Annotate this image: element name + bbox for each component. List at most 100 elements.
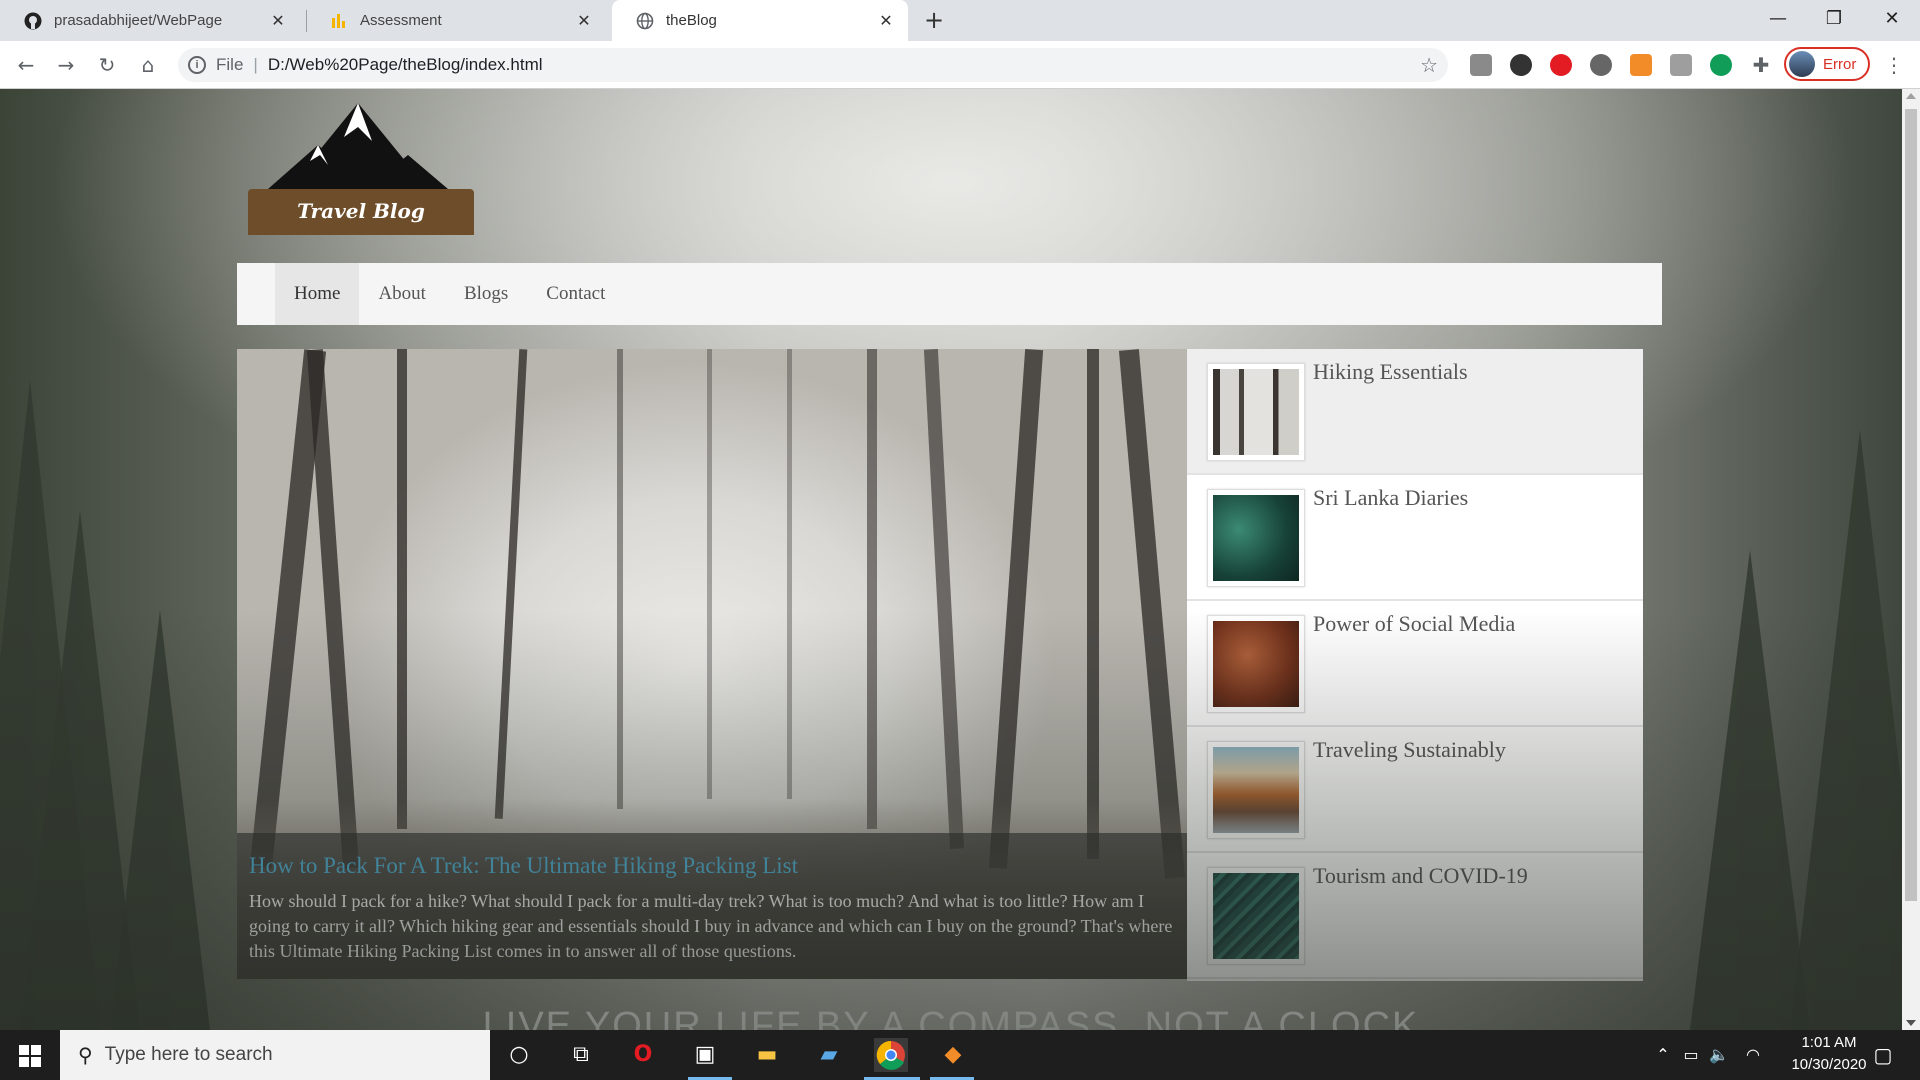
remote-desktop-icon[interactable]: ▰ <box>812 1038 846 1072</box>
screenshot-tool-icon[interactable]: ▣ <box>688 1038 722 1072</box>
browser-toolbar: ← → ↻ ⌂ i File | D:/Web%20Page/theBlog/i… <box>0 41 1920 89</box>
windows-taskbar: ⚲ Type here to search ○ ⧉ O ▣ ▬ ▰ ◆ ⌃ ▭ … <box>0 1030 1920 1080</box>
tree-trunk <box>988 349 1044 869</box>
bookmark-star-icon[interactable]: ☆ <box>1420 53 1438 78</box>
sidebar-item-title: Power of Social Media <box>1313 611 1516 636</box>
sidebar-item-traveling-sustainably[interactable]: Traveling Sustainably <box>1187 727 1643 853</box>
volume-icon[interactable]: 🔈 <box>1702 1038 1736 1072</box>
extension-shield-icon[interactable] <box>1630 54 1652 76</box>
address-bar[interactable]: i File | D:/Web%20Page/theBlog/index.htm… <box>178 48 1448 82</box>
notifications-icon[interactable]: ▢ <box>1866 1038 1900 1072</box>
task-view-icon[interactable]: ⧉ <box>564 1038 598 1072</box>
autumn-leaves-image <box>1213 621 1299 707</box>
extension-pdf-icon[interactable] <box>1470 54 1492 76</box>
minimize-icon[interactable]: — <box>1750 0 1806 38</box>
tab-title: prasadabhijeet/WebPage <box>54 12 223 29</box>
profile-button[interactable]: Error <box>1784 47 1870 81</box>
sidebar-item-tourism-and-covid[interactable]: Tourism and COVID-19 <box>1187 853 1643 979</box>
avatar <box>1789 51 1815 77</box>
mountain-lake-image <box>1213 747 1299 833</box>
extension-sync-icon[interactable] <box>1510 54 1532 76</box>
scroll-down-icon[interactable] <box>1906 1020 1916 1026</box>
close-icon[interactable]: ✕ <box>574 11 594 31</box>
extensions-puzzle-icon[interactable]: ✚ <box>1750 54 1772 76</box>
nav-about[interactable]: About <box>359 263 445 325</box>
background-tree <box>110 610 210 1030</box>
opera-icon[interactable]: O <box>626 1038 660 1072</box>
extension-grammarly-icon[interactable] <box>1710 54 1732 76</box>
home-icon[interactable]: ⌂ <box>134 51 162 79</box>
page-scrollbar[interactable] <box>1902 89 1920 1030</box>
tree-trunk <box>707 349 712 799</box>
tree-trunk <box>397 349 407 829</box>
window-close-icon[interactable]: ✕ <box>1864 0 1920 38</box>
tree-trunk <box>306 349 360 869</box>
chart-icon <box>330 12 348 30</box>
search-icon: ⚲ <box>78 1044 93 1067</box>
taskbar-search[interactable]: ⚲ Type here to search <box>60 1030 490 1080</box>
nav-blogs[interactable]: Blogs <box>445 263 527 325</box>
close-icon[interactable]: ✕ <box>268 11 288 31</box>
globe-icon <box>636 12 654 30</box>
url-divider: | <box>253 55 258 74</box>
sidebar-item-hiking-essentials[interactable]: Hiking Essentials <box>1187 349 1643 475</box>
tree-trunk <box>617 349 623 809</box>
site-logo[interactable]: Travel Blog <box>248 97 476 247</box>
nav-home[interactable]: Home <box>275 263 360 325</box>
scroll-up-icon[interactable] <box>1906 93 1916 99</box>
extension-opera-icon[interactable] <box>1550 54 1572 76</box>
restore-icon[interactable]: ❐ <box>1806 0 1862 38</box>
git-icon[interactable]: ◆ <box>936 1038 970 1072</box>
tab-assessment[interactable]: Assessment ✕ <box>306 0 606 41</box>
tree-trunk <box>787 349 792 799</box>
main-nav: Home About Blogs Contact <box>237 263 1662 325</box>
tab-theblog[interactable]: theBlog ✕ <box>612 0 908 41</box>
new-tab-button[interactable]: + <box>920 6 948 34</box>
extension-circle-icon[interactable] <box>1590 54 1612 76</box>
tree-trunk <box>494 349 528 819</box>
sidebar-item-sri-lanka-diaries[interactable]: Sri Lanka Diaries <box>1187 475 1643 601</box>
post-thumbnail <box>1207 363 1305 461</box>
close-icon[interactable]: ✕ <box>876 11 896 31</box>
background-tree <box>0 380 100 1030</box>
profile-status: Error <box>1823 55 1857 73</box>
page-viewport: Travel Blog Home About Blogs Contact How… <box>0 89 1902 1030</box>
wifi-icon[interactable]: ◠ <box>1736 1038 1770 1072</box>
post-thumbnail <box>1207 615 1305 713</box>
tab-title: theBlog <box>666 12 717 29</box>
post-thumbnail <box>1207 867 1305 965</box>
windows-start-icon[interactable] <box>0 1030 58 1080</box>
chrome-icon[interactable] <box>874 1038 908 1072</box>
info-icon[interactable]: i <box>188 56 206 74</box>
url-text[interactable]: D:/Web%20Page/theBlog/index.html <box>268 55 543 75</box>
extension-translate-icon[interactable] <box>1670 54 1692 76</box>
reload-icon[interactable]: ↻ <box>93 51 121 79</box>
sidebar-item-power-of-social-media[interactable]: Power of Social Media <box>1187 601 1643 727</box>
tree-trunk <box>1087 349 1099 859</box>
search-placeholder: Type here to search <box>104 1044 273 1065</box>
file-explorer-icon[interactable]: ▬ <box>750 1038 784 1072</box>
github-icon <box>24 12 42 30</box>
nav-contact[interactable]: Contact <box>527 263 624 325</box>
url-scheme: File <box>216 55 244 74</box>
tree-trunk <box>867 349 877 829</box>
browser-tab-strip: prasadabhijeet/WebPage ✕ Assessment ✕ th… <box>0 0 1920 41</box>
clock-time[interactable]: 1:01 AM <box>1784 1034 1874 1051</box>
forward-icon[interactable]: → <box>52 51 80 79</box>
post-thumbnail <box>1207 741 1305 839</box>
mountain-icon <box>268 103 448 189</box>
sidebar-item-title: Tourism and COVID-19 <box>1313 863 1528 888</box>
scrollbar-thumb[interactable] <box>1905 109 1917 901</box>
tagline: LIVE YOUR LIFE BY A COMPASS, NOT A CLOCK <box>482 1005 1420 1030</box>
featured-title[interactable]: How to Pack For A Trek: The Ultimate Hik… <box>249 853 1175 879</box>
tree-trunk <box>923 349 965 850</box>
more-menu-icon[interactable]: ⋮ <box>1884 53 1904 77</box>
cortana-icon[interactable]: ○ <box>502 1038 536 1072</box>
fern-image <box>1213 873 1299 959</box>
post-thumbnail <box>1207 489 1305 587</box>
featured-post[interactable]: How to Pack For A Trek: The Ultimate Hik… <box>237 349 1187 979</box>
back-icon[interactable]: ← <box>12 51 40 79</box>
green-leaves-image <box>1213 495 1299 581</box>
tab-title: Assessment <box>360 12 442 29</box>
tab-github[interactable]: prasadabhijeet/WebPage ✕ <box>0 0 300 41</box>
